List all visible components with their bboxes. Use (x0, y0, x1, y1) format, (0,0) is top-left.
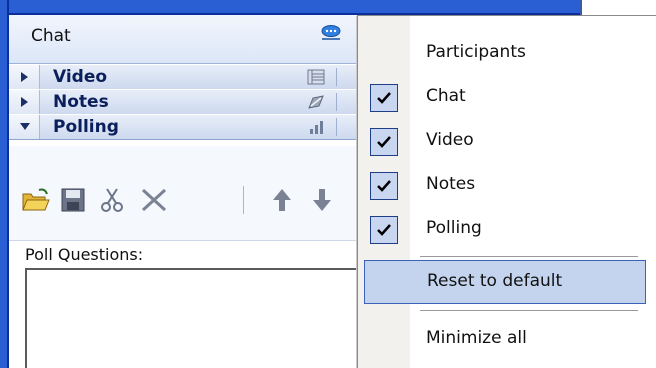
cut-icon[interactable] (97, 186, 127, 214)
menu-item-label: Reset to default (427, 271, 563, 291)
menu-item-video[interactable]: Video (358, 120, 646, 164)
menu-item-reset-to-default[interactable]: Reset to default (364, 260, 646, 304)
chat-bubble-icon (321, 25, 341, 40)
menu-item-participants[interactable]: Participants (358, 32, 646, 76)
menu-item-notes[interactable]: Notes (358, 164, 646, 208)
menu-separator (420, 310, 638, 312)
menu-item-label: Chat (426, 86, 466, 106)
menu-item-minimize-all[interactable]: Minimize all (358, 318, 646, 362)
context-menu: Participants Chat Video Notes Polling Re… (357, 15, 656, 368)
menu-item-label: Polling (426, 218, 482, 238)
menu-item-label: Video (426, 130, 474, 150)
chat-title: Chat (31, 26, 71, 46)
window-top-right-strip (580, 0, 656, 15)
expand-arrow-icon[interactable] (9, 90, 40, 114)
window-top-border (0, 0, 656, 15)
toolbar-divider (243, 186, 244, 214)
checkmark-icon (370, 172, 398, 200)
menu-item-label: Minimize all (426, 328, 527, 348)
menu-item-label: Participants (426, 42, 526, 62)
checkmark-icon (370, 84, 398, 112)
open-folder-icon[interactable] (21, 186, 51, 214)
move-up-icon[interactable] (271, 186, 293, 214)
expand-arrow-icon[interactable] (9, 65, 40, 89)
collapse-arrow-icon[interactable] (9, 115, 40, 139)
menu-item-polling[interactable]: Polling (358, 208, 646, 252)
delete-icon[interactable] (139, 186, 169, 214)
menu-item-chat[interactable]: Chat (358, 76, 646, 120)
notes-pen-icon (308, 95, 324, 109)
menu-item-label: Notes (426, 174, 476, 194)
move-down-icon[interactable] (311, 186, 333, 214)
menu-separator (420, 256, 638, 258)
polling-bars-icon (310, 121, 323, 134)
checkmark-icon (370, 216, 398, 244)
section-divider (336, 93, 337, 111)
save-icon[interactable] (59, 186, 87, 214)
section-video-label: Video (53, 67, 108, 87)
video-grid-icon (307, 69, 325, 85)
section-divider (336, 68, 337, 86)
section-divider (336, 118, 337, 136)
app-window: Chat Video Notes Polling Poll Questions:… (0, 0, 656, 368)
checkmark-icon (370, 128, 398, 156)
section-polling-label: Polling (53, 117, 119, 137)
section-notes-label: Notes (53, 92, 109, 112)
poll-questions-label: Poll Questions: (25, 245, 144, 264)
window-left-border (0, 0, 9, 368)
